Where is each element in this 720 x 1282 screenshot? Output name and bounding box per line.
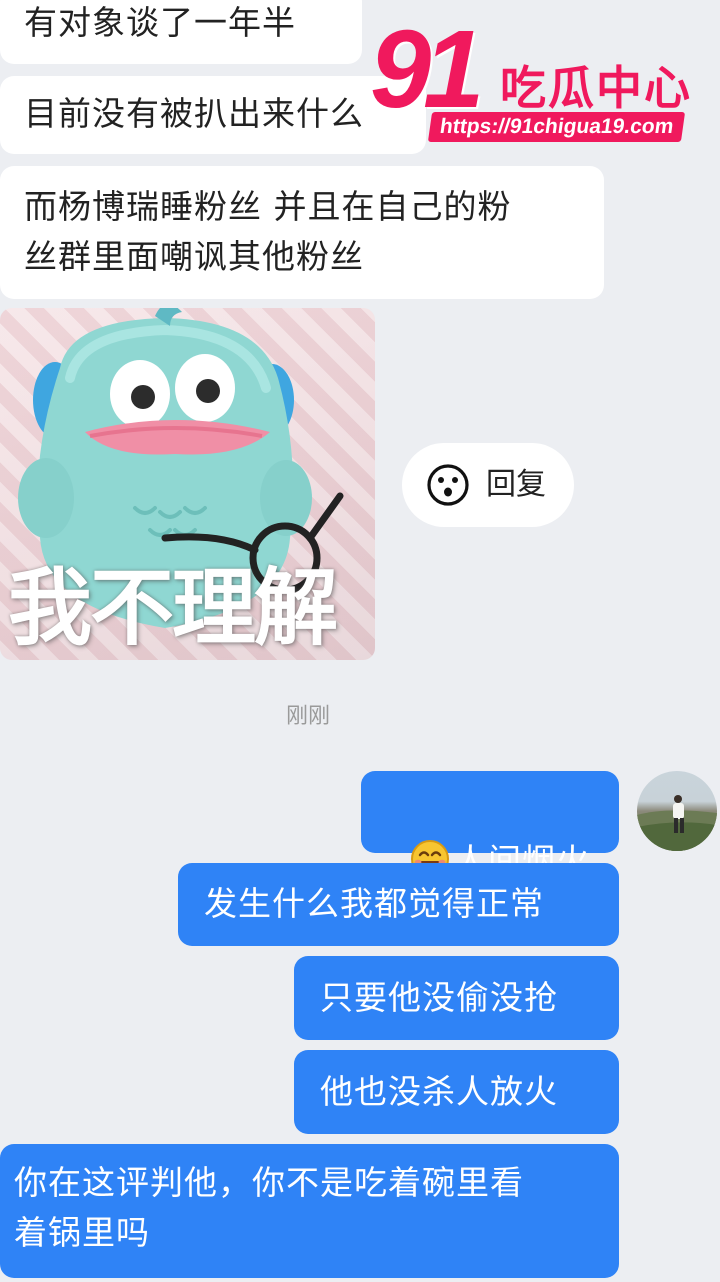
watermark-name: 吃瓜中心 <box>500 61 692 115</box>
watermark-url: https://91chigua19.com <box>427 112 686 142</box>
outgoing-message[interactable]: 只要他没偷没抢 <box>294 956 619 1040</box>
reply-button[interactable]: 回复 <box>402 443 574 527</box>
outgoing-message[interactable]: 人间烟火 <box>361 771 619 880</box>
person-photo <box>637 795 717 851</box>
sticker-caption: 我不理解 <box>8 559 338 657</box>
reply-label: 回复 <box>486 467 546 502</box>
watermark-number: 91 <box>370 8 484 131</box>
user-avatar[interactable] <box>637 771 717 851</box>
incoming-message[interactable]: 有对象谈了一年半 <box>0 0 362 64</box>
sticker-image[interactable]: 我不理解 <box>0 308 375 660</box>
outgoing-message[interactable]: 你在这评判他，你不是吃着碗里看 着锅里吗 <box>0 1144 619 1278</box>
incoming-message[interactable]: 而杨博瑞睡粉丝 并且在自己的粉 丝群里面嘲讽其他粉丝 <box>0 166 604 299</box>
smiley-face-icon <box>427 464 469 506</box>
outgoing-message[interactable]: 他也没杀人放火 <box>294 1050 619 1134</box>
message-timestamp: 刚刚 <box>285 704 330 729</box>
outgoing-message[interactable]: 发生什么我都觉得正常 <box>178 863 619 946</box>
incoming-message[interactable]: 目前没有被扒出来什么 <box>0 76 426 154</box>
watermark-logo: 91 吃瓜中心 https://91chigua19.com <box>370 8 715 148</box>
